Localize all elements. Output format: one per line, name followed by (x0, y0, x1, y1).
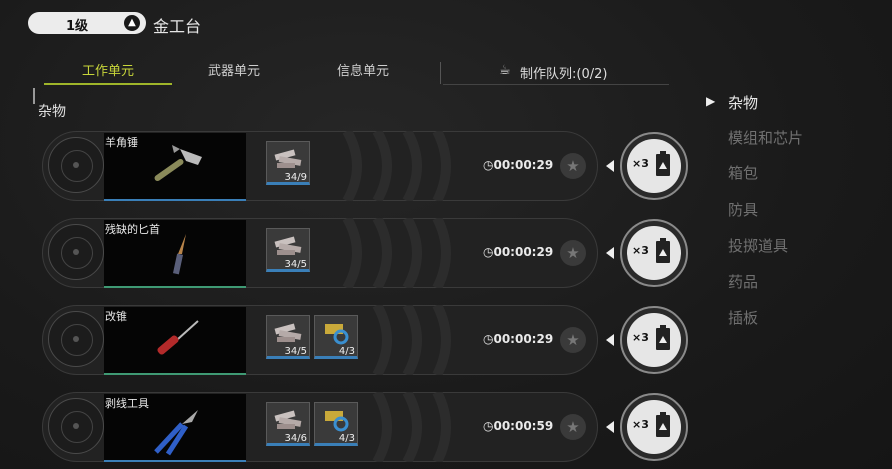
active-category-arrow-icon: ▶ (706, 94, 716, 108)
category-throwables[interactable]: 投掷道具 (728, 235, 788, 256)
dial-icon (48, 311, 104, 367)
recipe-card[interactable]: 羊角锤 34/9 ◷00:00:29 ★ (42, 131, 598, 201)
tab-divider (440, 62, 441, 84)
scrap-metal-icon (274, 323, 302, 342)
material-slot[interactable]: 34/9 (266, 141, 310, 185)
tread-decoration (342, 131, 451, 201)
recipe-card[interactable]: 改锥 34/5 4/3 ◷00:00:29 ★ (42, 305, 598, 375)
material-slot[interactable]: 34/5 (266, 228, 310, 272)
category-misc[interactable]: 杂物 (728, 92, 758, 113)
claw-hammer-icon (154, 145, 202, 182)
craft-multiplier: ×3 (632, 418, 649, 431)
craft-queue[interactable]: ☕ 制作队列:(0/2) (443, 60, 669, 85)
category-mods-chips[interactable]: 模组和芯片 (728, 127, 803, 148)
category-plates[interactable]: 插板 (728, 307, 758, 328)
dial-icon (48, 137, 104, 193)
section-marker (33, 88, 35, 104)
tab-weapon-unit[interactable]: 武器单元 (208, 60, 260, 79)
category-bags[interactable]: 箱包 (728, 162, 758, 183)
dial-icon (48, 398, 104, 454)
category-medicine[interactable]: 药品 (728, 271, 758, 292)
recipe-card[interactable]: 残缺的匕首 34/5 ◷00:00:29 ★ (42, 218, 598, 288)
level-up-icon[interactable]: ▲ (124, 15, 140, 31)
level-label: 1级 (66, 19, 89, 34)
scrap-metal-icon (274, 236, 302, 255)
tread-decoration (372, 392, 451, 462)
craft-button[interactable]: ×3 (620, 306, 688, 374)
pointer-arrow-icon (606, 160, 614, 172)
battery-icon (656, 238, 670, 263)
level-badge: 1级 ▲ (28, 12, 146, 34)
dial-icon (48, 224, 104, 280)
station-title: 金工台 (153, 17, 202, 36)
craft-timer: ◷00:00:29 (483, 158, 554, 172)
favorite-star-icon[interactable]: ★ (560, 414, 586, 440)
pointer-arrow-icon (606, 334, 614, 346)
category-armor[interactable]: 防具 (728, 199, 758, 220)
craft-multiplier: ×3 (632, 244, 649, 257)
craft-button[interactable]: ×3 (620, 219, 688, 287)
favorite-star-icon[interactable]: ★ (560, 240, 586, 266)
material-qty: 34/5 (284, 346, 307, 357)
screwdriver-icon (157, 320, 199, 355)
tread-decoration (372, 305, 451, 375)
scrap-metal-icon (274, 410, 302, 429)
craft-timer: ◷00:00:29 (483, 245, 554, 259)
pointer-arrow-icon (606, 247, 614, 259)
queue-label: 制作队列:(0/2) (520, 67, 608, 82)
wire-stripper-icon (154, 410, 198, 456)
recipe-name: 改锥 (105, 310, 127, 323)
tab-work-unit[interactable]: 工作单元 (82, 60, 134, 79)
favorite-star-icon[interactable]: ★ (560, 153, 586, 179)
material-qty: 34/9 (284, 172, 307, 183)
recipe-card[interactable]: 剥线工具 34/6 4/3 ◷00:00:59 ★ (42, 392, 598, 462)
craft-timer: ◷00:00:59 (483, 419, 554, 433)
material-qty: 34/5 (284, 259, 307, 270)
tab-info-unit[interactable]: 信息单元 (337, 60, 389, 79)
battery-icon (656, 151, 670, 176)
battery-icon (656, 325, 670, 350)
section-title: 杂物 (38, 104, 66, 120)
craft-button[interactable]: ×3 (620, 393, 688, 461)
material-slot[interactable]: 34/5 (266, 315, 310, 359)
recipe-name: 羊角锤 (105, 136, 138, 149)
active-tab-indicator (44, 83, 172, 85)
unit-tabs: 工作单元 武器单元 信息单元 (44, 56, 429, 86)
scrap-metal-icon (274, 149, 302, 168)
tread-decoration (342, 218, 451, 288)
pointer-arrow-icon (606, 421, 614, 433)
material-qty: 34/6 (284, 433, 307, 444)
broken-dagger-icon (172, 234, 186, 275)
craft-timer: ◷00:00:29 (483, 332, 554, 346)
craft-button[interactable]: ×3 (620, 132, 688, 200)
craft-multiplier: ×3 (632, 157, 649, 170)
material-slot[interactable]: 34/6 (266, 402, 310, 446)
battery-icon (656, 412, 670, 437)
cup-icon: ☕ (499, 63, 511, 78)
craft-multiplier: ×3 (632, 331, 649, 344)
favorite-star-icon[interactable]: ★ (560, 327, 586, 353)
